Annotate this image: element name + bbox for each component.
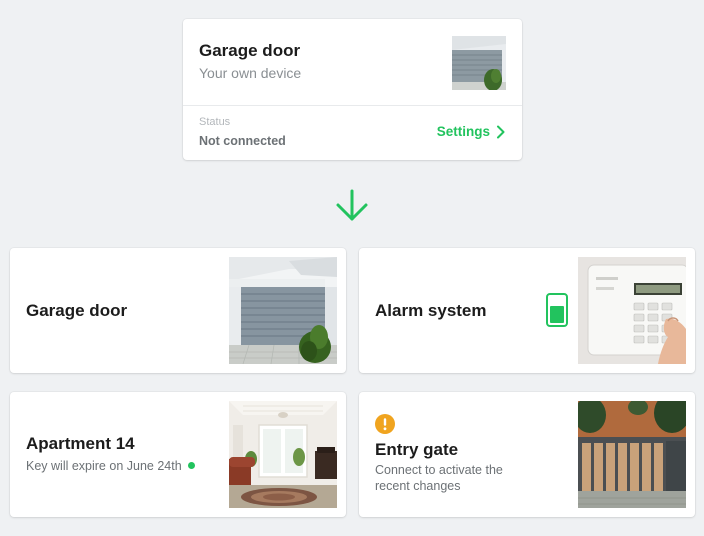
tile-subtitle: Connect to activate the recent changes [375, 462, 503, 494]
battery-icon [546, 293, 568, 327]
device-detail-card: Garage door Your own device Status Not c… [183, 19, 522, 160]
tile-subtitle-line2: recent changes [375, 479, 461, 493]
card-divider [183, 105, 522, 106]
tile-subtitle-line1: Connect to activate the [375, 463, 503, 477]
device-title: Garage door [199, 41, 301, 60]
arrow-down-icon [336, 189, 368, 221]
tile-title: Entry gate [375, 440, 459, 459]
tile-title: Apartment 14 [26, 434, 135, 453]
warning-icon [375, 414, 395, 434]
key-expiry-text: Key will expire on June 24th [26, 459, 182, 473]
tile-subtitle: Key will expire on June 24th [26, 458, 195, 474]
garage-photo [229, 257, 337, 364]
device-subtitle: Your own device [199, 65, 302, 81]
device-tile-garage-door[interactable]: Garage door [10, 248, 346, 373]
settings-link[interactable]: Settings [437, 124, 506, 139]
entry-gate-photo [578, 401, 686, 508]
device-tile-alarm-system[interactable]: Alarm system [359, 248, 695, 373]
online-status-dot [187, 462, 195, 469]
chevron-right-icon [497, 125, 505, 138]
status-value: Not connected [199, 134, 286, 148]
settings-label: Settings [436, 124, 490, 139]
device-tile-entry-gate[interactable]: Entry gate Connect to activate the recen… [359, 392, 695, 517]
apartment-interior-photo [229, 401, 337, 508]
alarm-keypad-photo [578, 257, 686, 364]
tile-title: Alarm system [375, 301, 487, 320]
garage-thumbnail [452, 36, 506, 90]
device-tile-apartment-14[interactable]: Apartment 14 Key will expire on June 24t… [10, 392, 346, 517]
tile-title: Garage door [26, 301, 128, 320]
status-label: Status [199, 116, 231, 128]
